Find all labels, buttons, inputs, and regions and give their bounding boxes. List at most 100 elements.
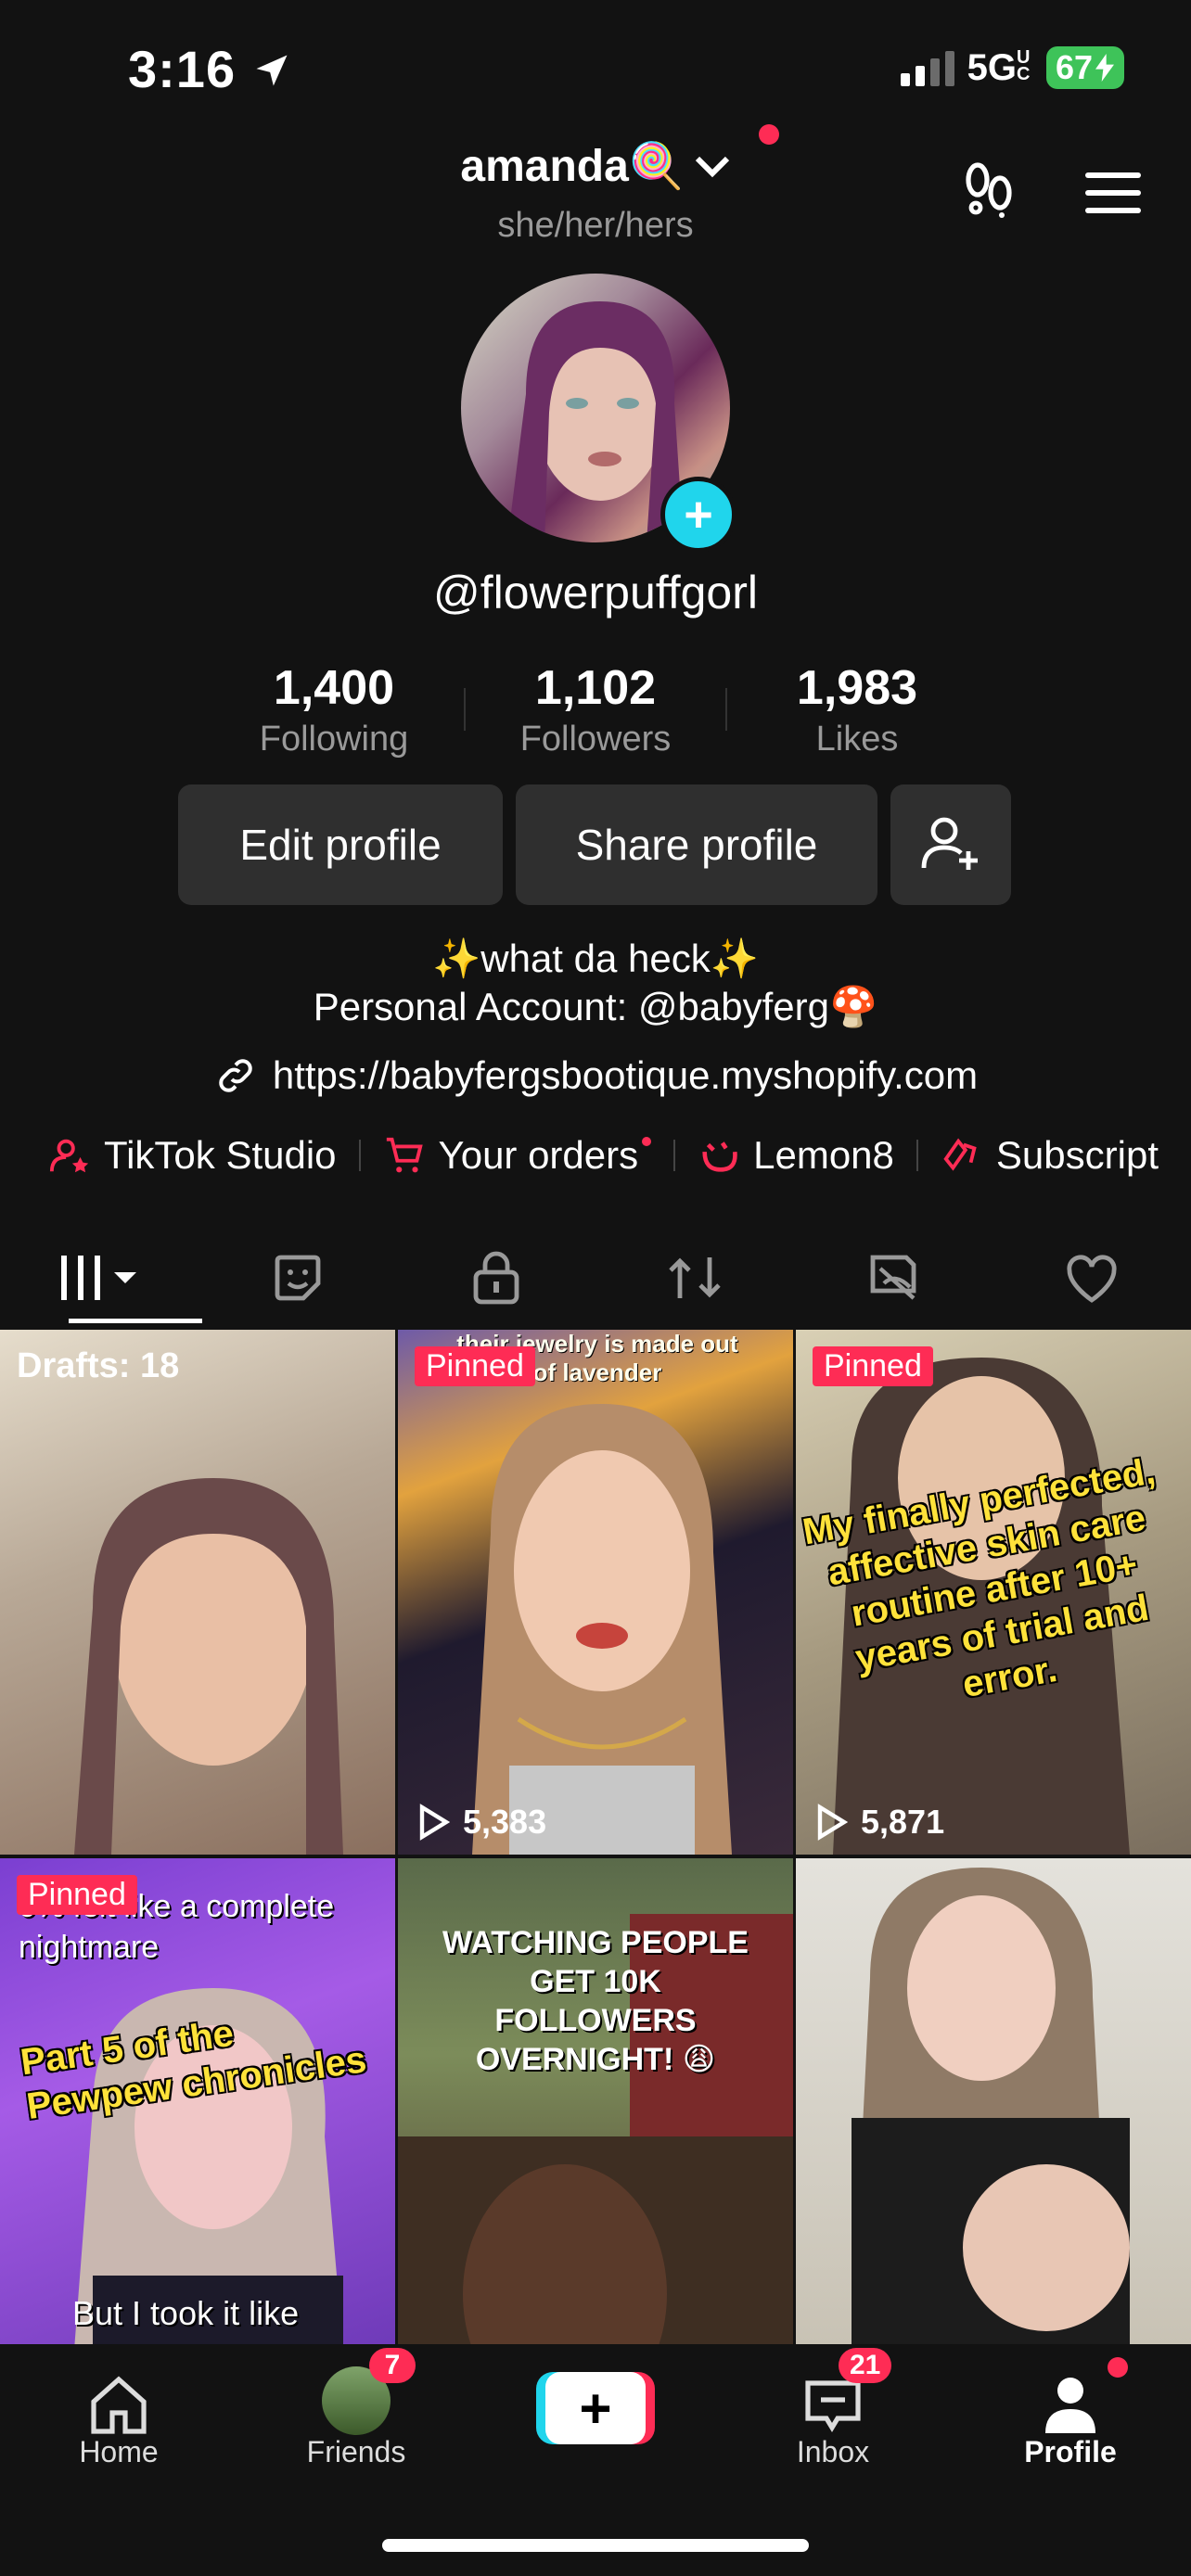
profile-tabs	[0, 1233, 1191, 1322]
video-tile[interactable]	[796, 1858, 1191, 2350]
lock-icon	[473, 1251, 519, 1305]
video-caption: WATCHING PEOPLE GET 10K FOLLOWERS OVERNI…	[442, 1925, 749, 2077]
share-profile-label: Share profile	[575, 821, 818, 869]
footprints-glyph	[966, 162, 1012, 218]
stat-divider	[725, 688, 727, 731]
shortcut-divider	[673, 1140, 676, 1171]
shortcut-your-orders[interactable]: Your orders	[383, 1133, 652, 1178]
view-count-text: 5,383	[463, 1803, 547, 1841]
profile-handle: @flowerpuffgorl	[433, 567, 758, 618]
add-photo-button[interactable]: +	[660, 477, 736, 553]
notification-dot	[759, 124, 779, 145]
location-arrow-icon	[256, 55, 288, 86]
home-icon	[91, 2376, 147, 2434]
video-tile[interactable]: 0% felt like a complete nightmare Part 5…	[0, 1858, 395, 2350]
shortcut-tiktok-studio[interactable]: TikTok Studio	[48, 1133, 337, 1178]
bio-line-2: Personal Account: @babyferg🍄	[313, 985, 878, 1028]
nav-inbox[interactable]: Inbox	[740, 2363, 926, 2469]
play-icon	[817, 1804, 848, 1841]
repost-icon	[669, 1257, 721, 1298]
shortcut-subscription[interactable]: Subscript	[941, 1133, 1159, 1178]
bio-line-1: ✨what da heck✨	[431, 937, 760, 980]
tab-liked[interactable]	[1022, 1233, 1161, 1322]
following-count: 1,400	[273, 661, 395, 715]
nav-friends[interactable]: Friends	[263, 2363, 449, 2469]
create-button[interactable]: +	[536, 2372, 655, 2444]
time-text: 3:16	[128, 40, 237, 98]
menu-icon[interactable]	[1085, 171, 1141, 220]
nav-home-label: Home	[79, 2435, 159, 2468]
profile-icon	[1045, 2378, 1095, 2433]
video-caption-bottom: But I took it like	[72, 2294, 300, 2332]
drafts-tile[interactable]: Drafts: 18	[0, 1330, 395, 1855]
link-icon	[219, 1059, 252, 1092]
nav-friends-label: Friends	[306, 2435, 406, 2468]
edit-profile-label: Edit profile	[239, 821, 442, 869]
profile-link[interactable]: https://babyfergsbootique.myshopify.com	[0, 1053, 1191, 1098]
home-indicator	[382, 2539, 809, 2552]
orders-dot	[642, 1137, 652, 1146]
stat-followers[interactable]: 1,102 Followers	[475, 660, 716, 759]
stat-divider	[464, 688, 466, 731]
status-indicators: 5GUC 67	[900, 46, 1124, 89]
video-tile[interactable]: their jewelry is made out of lavender Pi…	[398, 1330, 793, 1855]
tab-private[interactable]	[427, 1233, 566, 1322]
stat-following[interactable]: 1,400 Following	[213, 660, 455, 759]
friends-badge: 7	[369, 2348, 416, 2383]
following-label: Following	[259, 720, 409, 759]
footprint-icon[interactable]	[961, 159, 1017, 223]
battery-level: 67	[1055, 48, 1093, 86]
profile-notification-dot	[1108, 2357, 1128, 2378]
nav-profile[interactable]: Profile	[978, 2363, 1163, 2469]
tab-reposts[interactable]	[625, 1233, 764, 1322]
drafts-thumbnail	[74, 1478, 343, 1855]
video-tile[interactable]: WATCHING PEOPLE GET 10K FOLLOWERS OVERNI…	[398, 1858, 793, 2350]
shortcut-label: Lemon8	[753, 1133, 894, 1177]
nav-profile-label: Profile	[1024, 2435, 1117, 2468]
network-type: 5GUC	[967, 46, 1031, 88]
followers-count: 1,102	[534, 661, 657, 715]
nav-home[interactable]: Home	[26, 2363, 211, 2469]
charging-bolt-icon	[1095, 54, 1114, 82]
subscription-icon	[943, 1138, 977, 1171]
video-thumbnail	[472, 1404, 732, 1855]
username: amanda🍭	[460, 142, 685, 191]
stat-likes[interactable]: 1,983 Likes	[736, 660, 978, 759]
inbox-icon	[805, 2380, 861, 2433]
add-person-icon	[921, 817, 978, 870]
tab-videos[interactable]	[30, 1233, 169, 1322]
shortcut-row: TikTok Studio Your orders Lemon8 Subscri…	[48, 1133, 1159, 1178]
likes-label: Likes	[815, 720, 899, 759]
add-friend-button[interactable]	[890, 784, 1011, 905]
video-thumbnail	[852, 1868, 1130, 2350]
drafts-label: Drafts: 18	[17, 1346, 180, 1385]
tab-hidden[interactable]	[824, 1233, 963, 1322]
share-profile-button[interactable]: Share profile	[516, 784, 877, 905]
view-count: 5,871	[816, 1803, 944, 1842]
video-tile[interactable]: My finally perfected, affective skin car…	[796, 1330, 1191, 1855]
cart-icon	[386, 1137, 423, 1173]
play-icon	[419, 1804, 450, 1841]
chevron-down-icon	[695, 156, 729, 177]
followers-label: Followers	[519, 720, 672, 759]
heart-icon	[1067, 1255, 1117, 1303]
signal-icon	[900, 49, 954, 86]
link-text: https://babyfergsbootique.myshopify.com	[272, 1053, 979, 1097]
videos-grid-icon	[61, 1256, 136, 1300]
shortcut-label: Subscript	[995, 1133, 1159, 1177]
likes-count: 1,983	[796, 661, 918, 715]
view-count: 5,383	[418, 1803, 546, 1842]
tab-reposts-stickers[interactable]	[228, 1233, 367, 1322]
pinned-badge: Pinned	[813, 1346, 933, 1386]
shortcut-divider	[916, 1140, 918, 1171]
pinned-badge: Pinned	[17, 1875, 137, 1915]
studio-icon	[49, 1139, 89, 1173]
shortcut-lemon8[interactable]: Lemon8	[698, 1133, 894, 1178]
profile-stats: 1,400 Following 1,102 Followers 1,983 Li…	[213, 660, 978, 759]
shortcut-label: TikTok Studio	[104, 1133, 337, 1177]
edit-profile-button[interactable]: Edit profile	[178, 784, 503, 905]
sticker-icon	[275, 1255, 321, 1301]
pinned-badge: Pinned	[415, 1346, 535, 1386]
status-time: 3:16	[128, 39, 292, 99]
battery-indicator: 67	[1045, 46, 1124, 89]
